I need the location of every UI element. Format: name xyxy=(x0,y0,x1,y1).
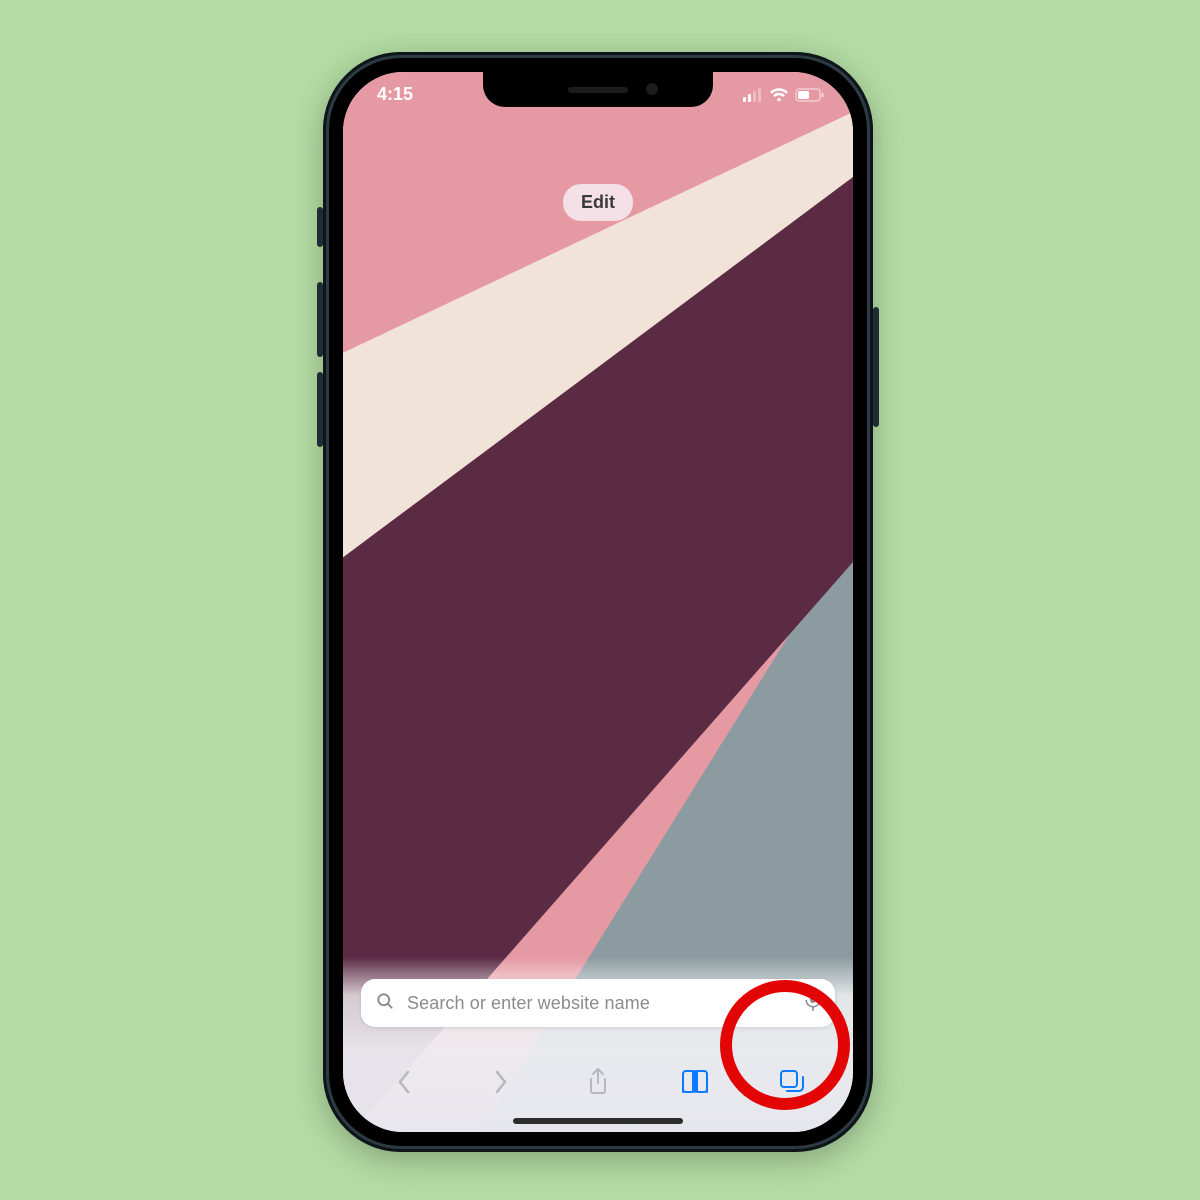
canvas: 4:15 Edit xyxy=(0,0,1200,1200)
bookmarks-button[interactable] xyxy=(673,1060,717,1104)
mute-switch xyxy=(317,207,323,247)
status-time: 4:15 xyxy=(377,84,413,105)
callout-circle xyxy=(720,980,850,1110)
battery-icon xyxy=(795,86,825,107)
screen: 4:15 Edit xyxy=(343,72,853,1132)
volume-down-button xyxy=(317,372,323,447)
status-bar: 4:15 xyxy=(343,82,853,110)
cellular-icon xyxy=(743,86,763,107)
power-button xyxy=(873,307,879,427)
wifi-icon xyxy=(769,86,789,107)
share-button[interactable] xyxy=(576,1060,620,1104)
search-icon xyxy=(375,991,395,1016)
edit-start-page-button[interactable]: Edit xyxy=(563,184,633,221)
back-button[interactable] xyxy=(382,1060,426,1104)
home-indicator[interactable] xyxy=(513,1118,683,1124)
volume-up-button xyxy=(317,282,323,357)
forward-button[interactable] xyxy=(479,1060,523,1104)
